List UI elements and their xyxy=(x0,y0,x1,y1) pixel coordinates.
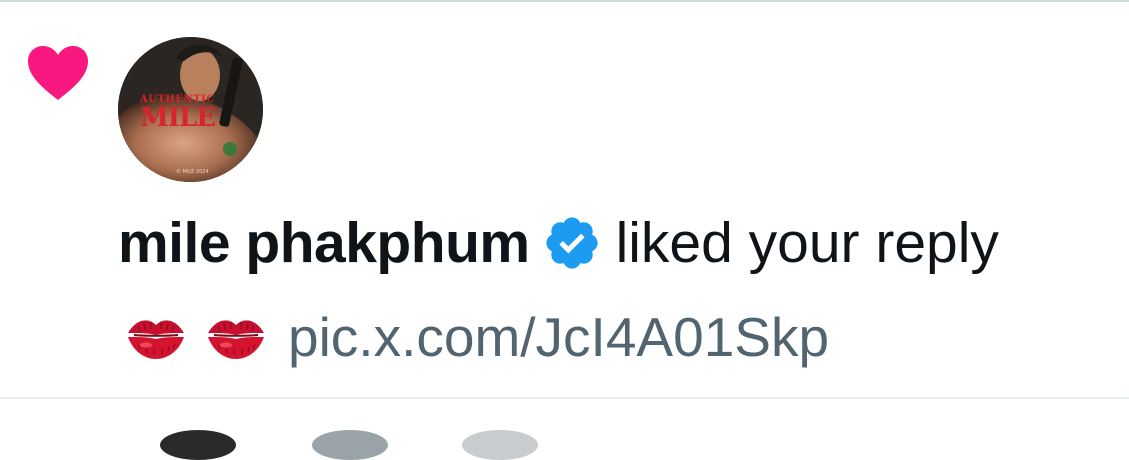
svg-text:© MILE 2024: © MILE 2024 xyxy=(176,168,209,175)
verified-badge-icon xyxy=(545,217,598,269)
action-text: liked your reply xyxy=(615,211,999,275)
user-display-name[interactable]: mile phakphum xyxy=(118,210,530,276)
avatar[interactable] xyxy=(312,430,388,460)
next-notification-avatars xyxy=(0,430,1129,460)
avatar[interactable] xyxy=(160,430,236,460)
avatar[interactable] xyxy=(462,430,538,460)
kiss-mark-icon xyxy=(208,320,264,359)
bottom-divider xyxy=(0,397,1129,399)
kiss-mark-icon xyxy=(128,320,184,359)
avatar[interactable]: © MILE 2024 AUTHENTIC MILE xyxy=(118,37,263,182)
heart-icon xyxy=(28,46,88,100)
reply-preview[interactable]: pic.x.com/JcI4A01Skp xyxy=(124,304,829,370)
top-divider xyxy=(0,0,1129,2)
avatar-logo-text: AUTHENTIC MILE xyxy=(140,94,216,133)
notification-text: mile phakphum liked your reply xyxy=(118,210,999,276)
media-link[interactable]: pic.x.com/JcI4A01Skp xyxy=(288,305,829,369)
